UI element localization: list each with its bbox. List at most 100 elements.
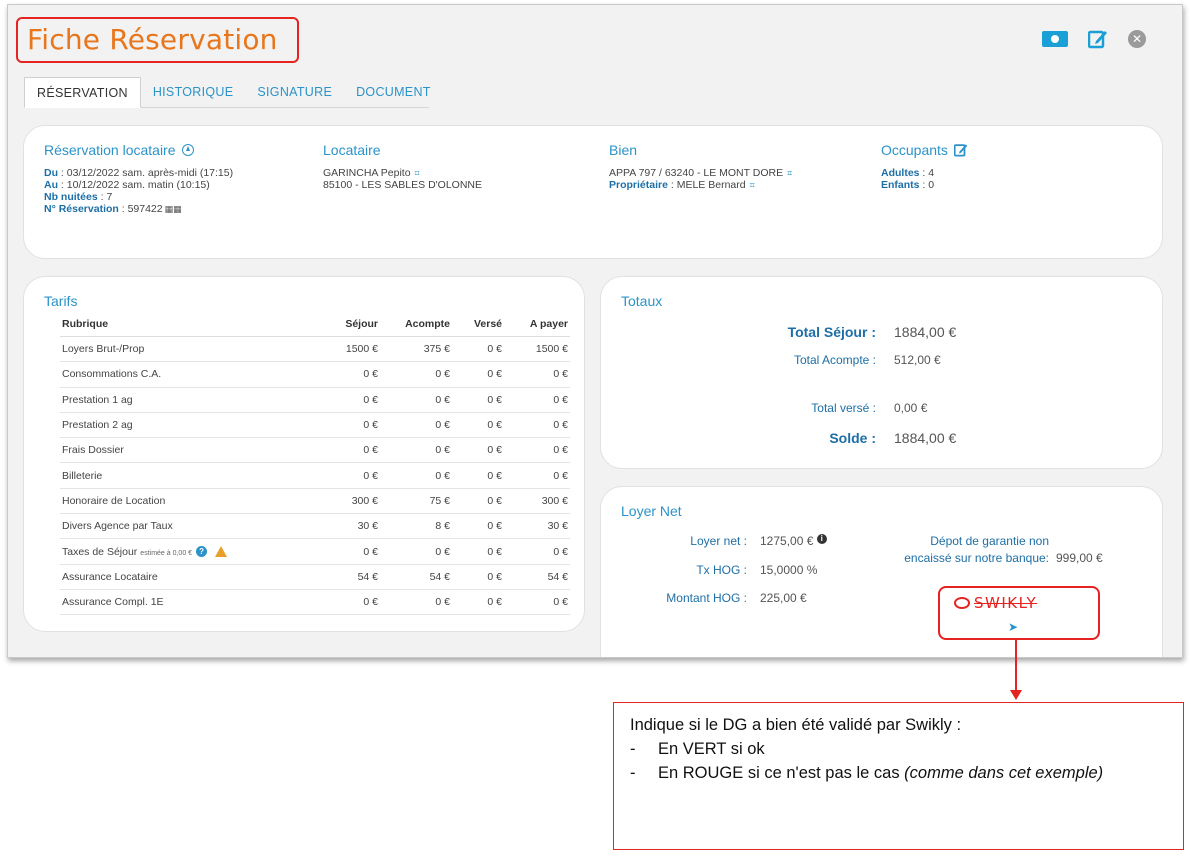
edit-icon[interactable] <box>1087 29 1108 49</box>
amount-cell: 0 € <box>504 361 570 388</box>
send-icon[interactable]: ➤ <box>1008 620 1018 634</box>
amount-cell: 30 € <box>320 513 380 540</box>
amount-cell: 30 € <box>504 513 570 540</box>
adultes-value: 4 <box>928 167 935 179</box>
warning-icon[interactable] <box>215 546 228 558</box>
amount-cell: 0 € <box>452 488 504 515</box>
cell-text: 0 € <box>553 545 568 558</box>
loyer-net-label: Loyer net : <box>690 534 747 548</box>
cell-text: 0 € <box>487 368 502 381</box>
bien-title: Bien <box>609 142 638 158</box>
cell-text: 30 € <box>357 520 378 533</box>
amount-cell: 0 € <box>504 437 570 464</box>
tab-reservation[interactable]: RÉSERVATION <box>24 77 141 108</box>
cell-text: Assurance Compl. 1E <box>62 596 164 609</box>
amount-cell: 0 € <box>504 538 570 565</box>
cell-text: 0 € <box>487 596 502 609</box>
info-icon[interactable]: i <box>816 534 827 544</box>
help-icon[interactable]: ? <box>196 546 208 558</box>
locataire-title: Locataire <box>323 142 381 158</box>
totaux-title: Totaux <box>621 293 663 309</box>
cell-text: Prestation 1 ag <box>62 393 133 406</box>
locataire-section: Locataire GARINCHA Pepito ⌗ 85100 - LES S… <box>323 142 482 191</box>
tab-document[interactable]: DOCUMENT <box>344 77 443 107</box>
close-icon[interactable]: ✕ <box>1128 30 1146 48</box>
rubrique-cell: Assurance Compl. 1E <box>60 589 320 616</box>
amount-cell: 0 € <box>452 564 504 590</box>
cash-icon[interactable] <box>1042 31 1068 47</box>
numero-label: N° Réservation <box>44 203 119 215</box>
locataire-name: GARINCHA Pepito <box>323 167 411 179</box>
tab-bar: RÉSERVATION HISTORIQUE SIGNATURE DOCUMEN… <box>24 77 430 108</box>
cell-text: 0 € <box>553 596 568 609</box>
rubrique-cell: Taxes de Séjour estimée à 0,00 €? <box>60 538 320 565</box>
cell-text: Divers Agence par Taux <box>62 520 173 533</box>
reservation-title: Réservation locataire <box>44 142 176 158</box>
cell-text: 300 € <box>541 494 568 507</box>
solde-value: 1884,00 € <box>894 430 957 446</box>
table-header-row: Rubrique Séjour Acompte Versé A payer <box>60 314 570 337</box>
note-item-1: En VERT si ok <box>658 740 765 758</box>
amount-cell: 300 € <box>504 488 570 515</box>
info-card: Réservation locataire Du : 03/12/2022 sa… <box>23 125 1163 259</box>
arrow-up-circle-icon[interactable] <box>181 144 194 156</box>
cell-text: Consommations C.A. <box>62 368 162 381</box>
note-item-2-text: En ROUGE si ce n'est pas le cas <box>658 764 905 782</box>
note-item-2-italic: (comme dans cet exemple) <box>904 764 1104 782</box>
amount-cell: 0 € <box>320 462 380 489</box>
cell-text: 0 € <box>487 469 502 482</box>
binoculars-icon[interactable]: ⌗ <box>787 168 792 178</box>
swikly-logo-text: SWIKLY <box>974 594 1038 612</box>
cell-text: 54 € <box>429 570 450 583</box>
page-title: Fiche Réservation <box>27 23 278 56</box>
reservation-section: Réservation locataire Du : 03/12/2022 sa… <box>44 142 234 215</box>
amount-cell: 0 € <box>380 538 452 565</box>
top-toolbar: ✕ <box>1042 29 1146 49</box>
cell-text: 0 € <box>363 469 378 482</box>
amount-cell: 0 € <box>380 412 452 439</box>
table-row: Assurance Compl. 1E 0 € 0 € 0 € 0 € <box>60 589 570 616</box>
total-verse-row: Total versé : 0,00 € <box>596 401 1162 415</box>
total-sejour-label: Total Séjour : <box>787 324 876 340</box>
cell-text: 0 € <box>487 343 502 356</box>
rubrique-cell: Consommations C.A. <box>60 361 320 388</box>
rubrique-cell: Billeterie <box>60 462 320 489</box>
tarifs-table: Rubrique Séjour Acompte Versé A payer Lo… <box>60 314 570 616</box>
edit-icon[interactable] <box>953 143 968 157</box>
amount-cell: 0 € <box>452 387 504 413</box>
table-row: Divers Agence par Taux 30 € 8 € 0 € 30 € <box>60 513 570 540</box>
du-label: Du <box>44 167 58 179</box>
cell-text: 75 € <box>429 494 450 507</box>
cell-text: 54 € <box>357 570 378 583</box>
amount-cell: 0 € <box>452 589 504 616</box>
cell-text: Taxes de Séjour <box>62 545 138 558</box>
note-title: Indique si le DG a bien été validé par S… <box>630 716 962 734</box>
amount-cell: 0 € <box>452 513 504 540</box>
rubrique-cell: Prestation 2 ag <box>60 412 320 439</box>
cell-text: Honoraire de Location <box>62 494 166 507</box>
solde-row: Solde : 1884,00 € <box>596 430 1162 446</box>
table-row: Prestation 1 ag 0 € 0 € 0 € 0 € <box>60 387 570 413</box>
tab-signature[interactable]: SIGNATURE <box>245 77 344 107</box>
numero-value: 597422 <box>127 203 163 215</box>
swikly-logo[interactable]: SWIKLY <box>954 594 1037 612</box>
rubrique-cell: Prestation 1 ag <box>60 387 320 413</box>
cell-text: 0 € <box>487 419 502 432</box>
rubrique-cell: Divers Agence par Taux <box>60 513 320 540</box>
bien-name: APPA 797 / 63240 - LE MONT DORE <box>609 167 784 179</box>
binoculars-icon[interactable]: ⌗ <box>750 180 755 190</box>
amount-cell: 54 € <box>380 564 452 590</box>
amount-cell: 375 € <box>380 336 452 363</box>
cell-text: 0 € <box>363 596 378 609</box>
nuitees-value: 7 <box>106 191 113 203</box>
tab-historique[interactable]: HISTORIQUE <box>141 77 246 107</box>
table-row: Loyers Brut-/Prop 1500 € 375 € 0 € 1500 € <box>60 336 570 363</box>
amount-cell: 0 € <box>452 462 504 489</box>
calendar-icon[interactable]: ▦▦ <box>165 204 182 214</box>
amount-cell: 0 € <box>320 538 380 565</box>
loyer-net-title: Loyer Net <box>621 503 682 519</box>
column-header: Versé <box>452 314 504 337</box>
binoculars-icon[interactable]: ⌗ <box>415 168 420 178</box>
cell-text: 0 € <box>363 393 378 406</box>
reservation-window: Fiche Réservation ✕ RÉSERVATION HISTORIQ… <box>7 4 1183 658</box>
